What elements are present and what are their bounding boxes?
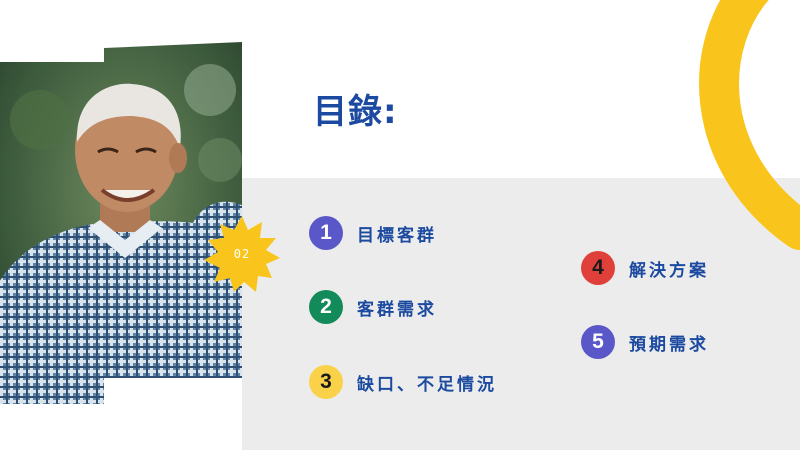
toc-number-circle: 3 — [309, 365, 343, 399]
toc-label: 預期需求 — [629, 334, 709, 355]
toc-item-2: 2 客群需求 — [309, 290, 437, 324]
toc-label: 缺口、不足情況 — [357, 374, 497, 395]
toc-number-circle: 1 — [309, 216, 343, 250]
toc-item-3: 3 缺口、不足情況 — [309, 365, 497, 399]
toc-label: 客群需求 — [357, 299, 437, 320]
toc-item-1: 1 目標客群 — [309, 216, 437, 250]
toc-number-circle: 5 — [581, 325, 615, 359]
toc-label: 解決方案 — [629, 260, 709, 281]
toc-item-4: 4 解決方案 — [581, 251, 709, 285]
toc-number-circle: 4 — [581, 251, 615, 285]
toc-item-5: 5 預期需求 — [581, 325, 709, 359]
toc-number-circle: 2 — [309, 290, 343, 324]
slide: 02 目錄: 1 目標客群 2 客群需求 3 缺口、不足情況 4 解決方案 5 … — [0, 0, 800, 450]
toc-label: 目標客群 — [357, 225, 437, 246]
page-title: 目錄: — [313, 92, 398, 132]
page-number: 02 — [233, 247, 251, 261]
